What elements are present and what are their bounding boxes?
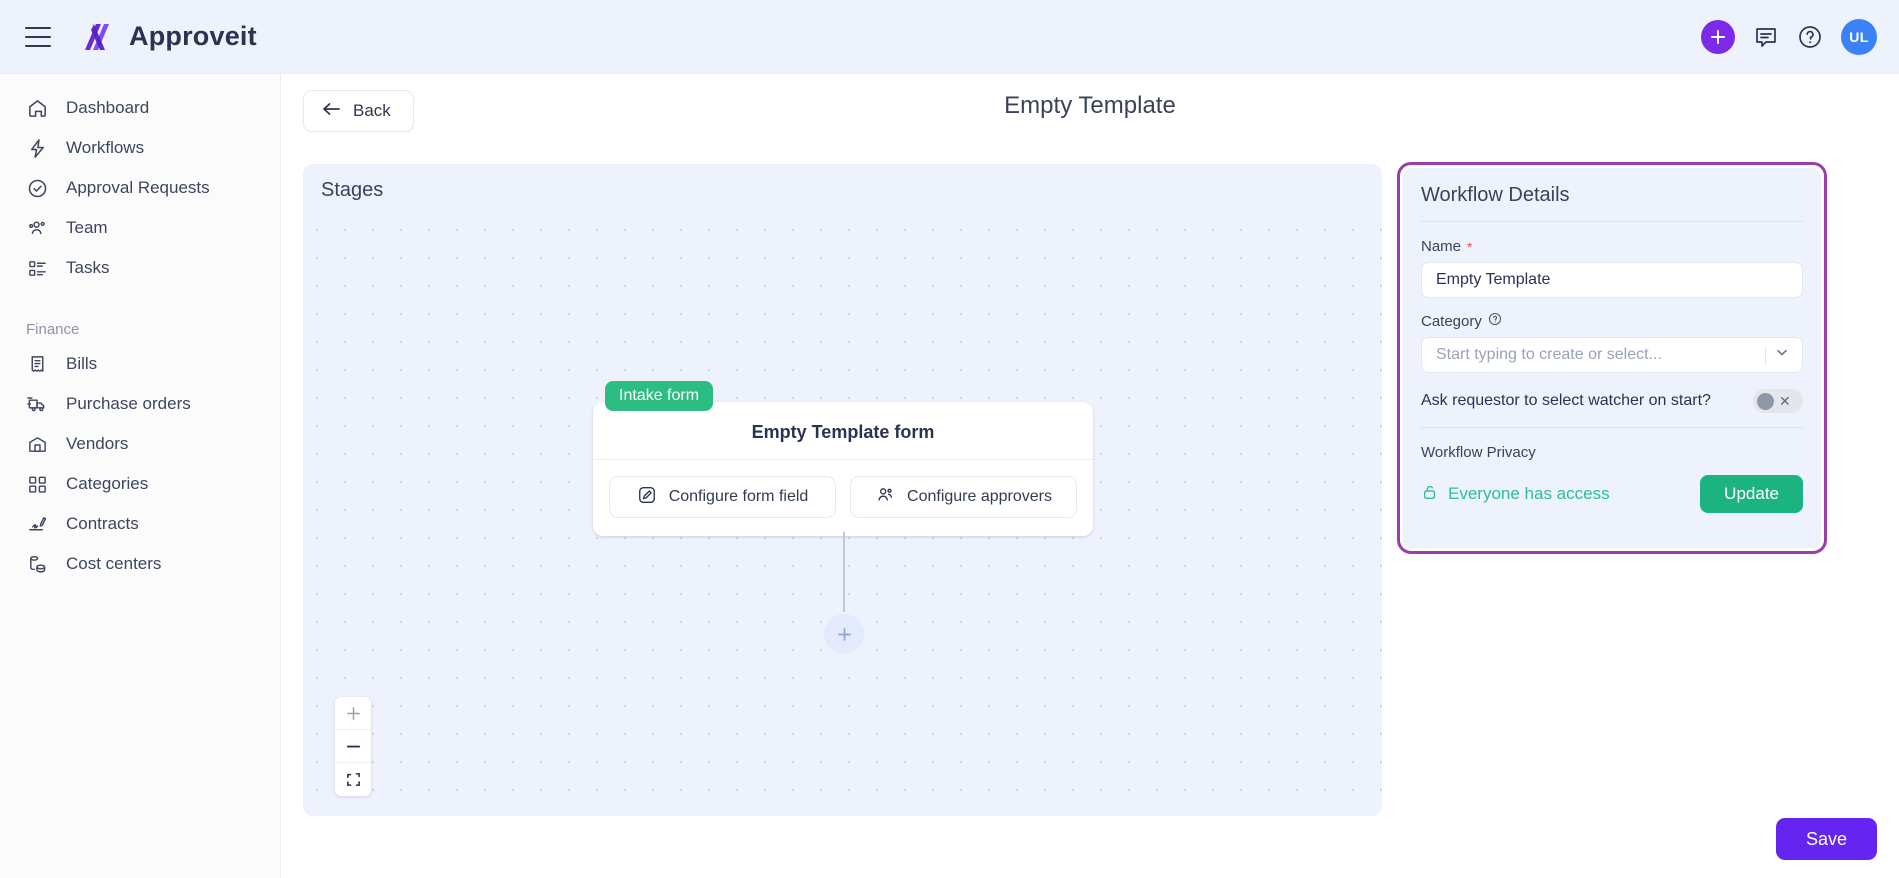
- brand-name: Approveit: [129, 21, 257, 51]
- receipt-icon: [26, 353, 48, 375]
- zoom-out-button[interactable]: [335, 730, 371, 763]
- hamburger-icon[interactable]: [25, 26, 51, 47]
- configure-approvers-label: Configure approvers: [907, 488, 1052, 505]
- divider: [1421, 221, 1803, 222]
- configure-form-field-button[interactable]: Configure form field: [609, 476, 836, 518]
- page-title: Empty Template: [1004, 92, 1176, 119]
- sidebar: Dashboard Workflows Approval Requests Te…: [0, 74, 281, 878]
- warehouse-icon: [26, 433, 48, 455]
- node-actions: Configure form field Configure approvers: [593, 459, 1093, 536]
- workflow-details-highlight: Workflow Details Name* Category: [1397, 162, 1827, 554]
- home-icon: [26, 97, 48, 119]
- workflow-details-panel: Workflow Details Name* Category: [1403, 168, 1821, 548]
- sidebar-item-vendors[interactable]: Vendors: [0, 424, 280, 464]
- approvers-icon: [875, 485, 895, 510]
- brand: Approveit: [79, 19, 257, 55]
- sidebar-item-label: Categories: [66, 474, 149, 493]
- sidebar-item-label: Vendors: [66, 434, 129, 453]
- sidebar-item-label: Dashboard: [66, 98, 150, 117]
- name-input[interactable]: [1421, 262, 1803, 298]
- sidebar-item-team[interactable]: Team: [0, 208, 280, 248]
- add-stage-button[interactable]: [824, 614, 864, 654]
- name-field-label: Name *: [1421, 238, 1473, 255]
- sidebar-item-dashboard[interactable]: Dashboard: [0, 88, 280, 128]
- node-connector: [843, 532, 845, 612]
- watcher-setting-row: Ask requestor to select watcher on start…: [1421, 389, 1803, 413]
- users-icon: [26, 217, 48, 239]
- question-circle-icon[interactable]: [1797, 24, 1823, 50]
- lightning-bolt-icon: [26, 137, 48, 159]
- approveit-logo-icon: [85, 23, 109, 50]
- sidebar-item-bills[interactable]: Bills: [0, 344, 280, 384]
- top-bar-actions: UL: [1701, 0, 1877, 74]
- question-circle-icon: [1488, 312, 1502, 330]
- details-title: Workflow Details: [1421, 184, 1570, 206]
- divider: [1421, 427, 1803, 428]
- sidebar-item-label: Team: [66, 218, 108, 237]
- sidebar-item-label: Workflows: [66, 138, 145, 157]
- category-select[interactable]: Start typing to create or select...: [1421, 337, 1803, 373]
- sidebar-item-tasks[interactable]: Tasks: [0, 248, 280, 288]
- sidebar-item-contracts[interactable]: Contracts: [0, 504, 280, 544]
- stages-canvas-card: Stages Intake form Empty Template form C…: [303, 164, 1382, 816]
- contract-pen-icon: [26, 513, 48, 535]
- workflow-canvas[interactable]: Intake form Empty Template form Configur…: [303, 216, 1382, 816]
- sidebar-item-label: Purchase orders: [66, 394, 191, 413]
- canvas-zoom-controls: [335, 697, 371, 796]
- privacy-label: Workflow Privacy: [1421, 444, 1536, 461]
- avatar[interactable]: UL: [1841, 19, 1877, 55]
- chevron-down-icon: [1774, 345, 1790, 366]
- category-placeholder: Start typing to create or select...: [1436, 346, 1662, 363]
- configure-form-field-label: Configure form field: [668, 488, 809, 505]
- plus-icon: [837, 627, 851, 641]
- check-circle-icon: [26, 177, 48, 199]
- stages-header: Stages: [321, 178, 384, 201]
- task-list-icon: [26, 257, 48, 279]
- sidebar-item-label: Tasks: [66, 258, 110, 277]
- watcher-toggle[interactable]: ✕: [1753, 389, 1803, 413]
- grid-icon: [26, 473, 48, 495]
- sidebar-item-workflows[interactable]: Workflows: [0, 128, 280, 168]
- privacy-value: Everyone has access: [1448, 484, 1610, 503]
- sidebar-item-label: Contracts: [66, 514, 139, 533]
- sidebar-item-cost-centers[interactable]: Cost centers: [0, 544, 280, 584]
- plus-icon[interactable]: [1701, 20, 1735, 54]
- field-spacer: [1421, 298, 1803, 312]
- save-button[interactable]: Save: [1775, 818, 1877, 860]
- privacy-status: Everyone has access: [1421, 483, 1610, 506]
- form-edit-icon: [637, 485, 657, 510]
- sidebar-section-finance: Finance: [26, 320, 80, 338]
- watcher-label: Ask requestor to select watcher on start…: [1421, 392, 1711, 409]
- app-root: Approveit UL Dashboard Workflows Approva…: [0, 0, 1899, 878]
- node-badge: Intake form: [605, 381, 714, 411]
- select-divider: [1765, 346, 1766, 366]
- page-header: Back Empty Template: [281, 74, 1899, 146]
- zoom-in-button[interactable]: [335, 697, 371, 730]
- toggle-off-glyph: ✕: [1779, 393, 1791, 409]
- toggle-knob: [1757, 392, 1774, 410]
- sidebar-item-label: Approval Requests: [66, 178, 210, 197]
- intake-form-node[interactable]: Intake form Empty Template form Configur…: [593, 381, 1093, 536]
- top-bar: Approveit UL: [0, 0, 1899, 74]
- sidebar-item-label: Cost centers: [66, 554, 162, 573]
- sidebar-item-categories[interactable]: Categories: [0, 464, 280, 504]
- coins-icon: [26, 553, 48, 575]
- configure-approvers-button[interactable]: Configure approvers: [850, 476, 1077, 518]
- sidebar-item-approval-requests[interactable]: Approval Requests: [0, 168, 280, 208]
- sidebar-item-label: Bills: [66, 354, 98, 373]
- update-privacy-button[interactable]: Update: [1700, 475, 1803, 513]
- category-field-label: Category: [1421, 312, 1803, 330]
- unlock-icon: [1421, 483, 1439, 506]
- required-mark: *: [1467, 238, 1473, 255]
- sidebar-item-purchase-orders[interactable]: Purchase orders: [0, 384, 280, 424]
- fit-screen-icon[interactable]: [335, 763, 371, 796]
- privacy-row: Everyone has access Update: [1421, 475, 1803, 513]
- truck-icon: [26, 393, 48, 415]
- chat-bubble-icon[interactable]: [1753, 24, 1779, 50]
- main-content: Back Empty Template Stages Intake form E…: [281, 74, 1899, 878]
